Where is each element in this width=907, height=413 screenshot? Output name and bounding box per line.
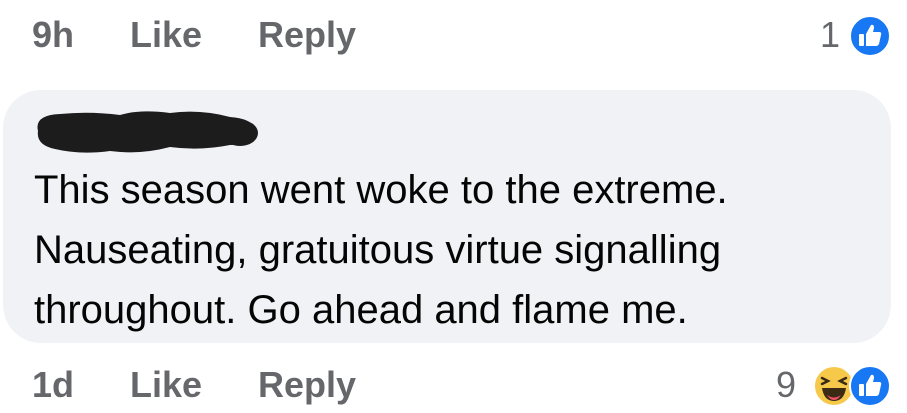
- like-icon[interactable]: [848, 14, 892, 58]
- reaction-count[interactable]: 1: [820, 10, 840, 60]
- comment-timestamp[interactable]: 9h: [32, 10, 74, 60]
- redacted-author-name: [37, 111, 258, 153]
- reply-button[interactable]: Reply: [258, 360, 356, 410]
- reaction-count[interactable]: 9: [776, 360, 796, 410]
- previous-comment-actions: 9h Like Reply 1: [0, 10, 907, 60]
- like-button[interactable]: Like: [130, 360, 202, 410]
- comment-timestamp[interactable]: 1d: [32, 360, 74, 410]
- like-icon[interactable]: [848, 364, 892, 408]
- comment-text: This season went woke to the extreme. Na…: [34, 168, 728, 332]
- comment-actions: 1d Like Reply 9: [0, 360, 907, 410]
- reply-button[interactable]: Reply: [258, 10, 356, 60]
- like-button[interactable]: Like: [130, 10, 202, 60]
